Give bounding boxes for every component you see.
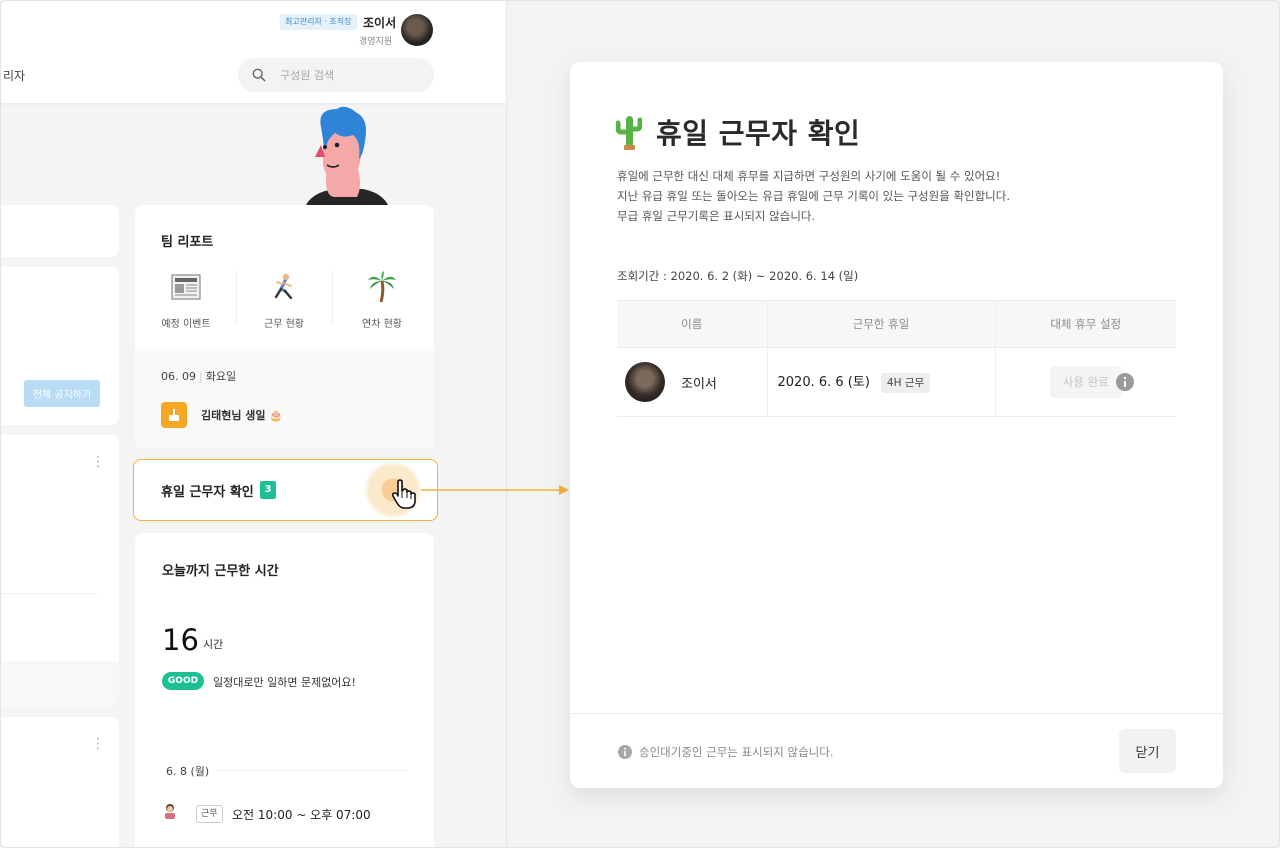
holiday-worker-table: 이름 근무한 휴일 대체 휴무 설정 조이서 2020. 6. 6 (토) 4H … <box>617 300 1176 417</box>
member-avatar <box>625 362 665 402</box>
query-period: 조회기간 : 2020. 6. 2 (화) ~ 2020. 6. 14 (일) <box>617 269 859 283</box>
member-search[interactable] <box>238 58 434 92</box>
more-options-icon[interactable]: ⋮ <box>91 455 105 469</box>
role-badge: 최고관리자 · 조직장 <box>280 14 357 30</box>
member-name: 조이서 <box>681 376 717 392</box>
nav-item-admin[interactable]: 리자 <box>3 67 25 84</box>
left-card-middle <box>1 435 119 707</box>
event-item[interactable]: 김태현님 생일 🎂 <box>201 407 283 423</box>
modal-title-text: 휴일 근무자 확인 <box>656 117 861 150</box>
modal-title: 휴일 근무자 확인 <box>616 112 860 152</box>
footer-note: 승인대기중인 근무는 표시되지 않습니다. <box>618 744 833 760</box>
status-message: 일정대로만 일하면 문제없어요! <box>213 676 356 689</box>
divider <box>332 271 333 325</box>
worked-hours-card: 오늘까지 근무한 시간 16 시간 GOOD 일정대로만 일하면 문제없어요! … <box>135 533 434 847</box>
status-badge: GOOD <box>162 672 204 690</box>
team-report-upcoming-events[interactable]: 예정 이벤트 <box>141 271 231 330</box>
shift-type-badge: 근무 <box>196 805 223 823</box>
dashboard-panel: 최고관리자 · 조직장 조이서 경영지원 리자 구성원 검색 전체 공지하기 ⋮… <box>1 1 507 847</box>
table-header-row: 이름 근무한 휴일 대체 휴무 설정 <box>617 300 1176 348</box>
info-icon[interactable] <box>1115 373 1134 391</box>
holiday-worker-count-badge: 3 <box>260 481 276 499</box>
info-icon <box>618 745 632 759</box>
runner-icon <box>274 273 293 300</box>
palm-tree-icon <box>368 271 396 303</box>
team-report-item-label: 근무 현황 <box>264 319 304 330</box>
event-date-value: 06. 09 <box>161 370 196 383</box>
worked-hours-chip: 4H 근무 <box>880 373 931 393</box>
team-report-title: 팀 리포트 <box>161 235 214 250</box>
holiday-cell: 2020. 6. 6 (토) 4H 근무 <box>766 347 995 417</box>
person-icon <box>163 803 177 823</box>
column-header-name: 이름 <box>617 300 767 348</box>
worked-hours-title: 오늘까지 근무한 시간 <box>162 564 279 579</box>
description-line: 무급 휴일 근무기록은 표시되지 않습니다. <box>617 209 816 223</box>
team-report-work-status[interactable]: 근무 현황 <box>239 271 329 330</box>
substitute-setting-cell: 사용 완료 <box>994 347 1176 417</box>
newspaper-icon <box>171 274 201 300</box>
team-report-card: 팀 리포트 예정 이벤트 근무 현황 연차 현황 06. 09 | 화요일 김태… <box>135 205 434 449</box>
team-report-item-label: 예정 이벤트 <box>161 319 211 330</box>
worked-holiday-date: 2020. 6. 6 (토) <box>777 375 870 390</box>
divider <box>215 770 408 771</box>
shift-time: 오전 10:00 ~ 오후 07:00 <box>232 808 371 822</box>
footer-note-text: 승인대기중인 근무는 표시되지 않습니다. <box>639 745 834 759</box>
search-input[interactable] <box>280 68 410 82</box>
divider <box>236 271 237 325</box>
team-report-item-label: 연차 현황 <box>362 319 402 330</box>
modal-description: 휴일에 근무한 대신 대체 휴무를 지급하면 구성원의 사기에 도움이 될 수 … <box>617 166 1010 226</box>
team-report-leave-status[interactable]: 연차 현황 <box>337 271 427 330</box>
modal-footer-divider <box>570 713 1223 714</box>
user-department: 경영지원 <box>359 37 393 47</box>
upcoming-event-list: 06. 09 | 화요일 김태현님 생일 🎂 <box>135 349 434 449</box>
birthday-cake-icon <box>161 402 187 428</box>
close-button[interactable]: 닫기 <box>1119 729 1176 773</box>
notify-all-button[interactable]: 전체 공지하기 <box>24 380 100 407</box>
left-card-top <box>1 205 119 257</box>
cactus-icon <box>616 116 642 150</box>
user-name: 조이서 <box>363 16 397 30</box>
worked-hours-value: 16 <box>162 623 199 657</box>
column-header-substitute-setting: 대체 휴무 설정 <box>994 300 1176 348</box>
top-bar: 최고관리자 · 조직장 조이서 경영지원 리자 <box>1 1 506 103</box>
hand-cursor-icon <box>391 479 416 509</box>
user-avatar[interactable] <box>401 14 433 46</box>
description-line: 지난 유급 휴일 또는 돌아오는 유급 휴일에 근무 기록이 있는 구성원을 확… <box>617 189 1011 203</box>
search-icon <box>252 68 266 82</box>
card-footer-strip <box>1 661 119 707</box>
member-info: 조이서 <box>617 362 767 402</box>
holiday-worker-widget[interactable]: 휴일 근무자 확인 3 <box>133 459 438 521</box>
mascot-illustration <box>305 106 389 207</box>
day-label: 6. 8 (월) <box>166 763 216 779</box>
name-cell: 조이서 <box>617 347 767 417</box>
event-date: 06. 09 | 화요일 <box>161 370 237 383</box>
divider <box>1 593 97 594</box>
description-line: 휴일에 근무한 대신 대체 휴무를 지급하면 구성원의 사기에 도움이 될 수 … <box>617 169 1001 183</box>
holiday-worker-modal: 휴일 근무자 확인 휴일에 근무한 대신 대체 휴무를 지급하면 구성원의 사기… <box>570 62 1223 788</box>
event-weekday: 화요일 <box>205 370 237 383</box>
column-header-worked-holiday: 근무한 휴일 <box>766 300 995 348</box>
used-complete-button[interactable]: 사용 완료 <box>1049 366 1122 398</box>
table-row: 조이서 2020. 6. 6 (토) 4H 근무 사용 완료 <box>617 347 1176 417</box>
more-options-icon[interactable]: ⋮ <box>91 737 105 751</box>
connector-arrow <box>421 485 569 495</box>
worked-hours-unit: 시간 <box>203 638 224 651</box>
app-frame: 최고관리자 · 조직장 조이서 경영지원 리자 구성원 검색 전체 공지하기 ⋮… <box>0 0 1280 848</box>
holiday-worker-label: 휴일 근무자 확인 <box>161 485 254 500</box>
